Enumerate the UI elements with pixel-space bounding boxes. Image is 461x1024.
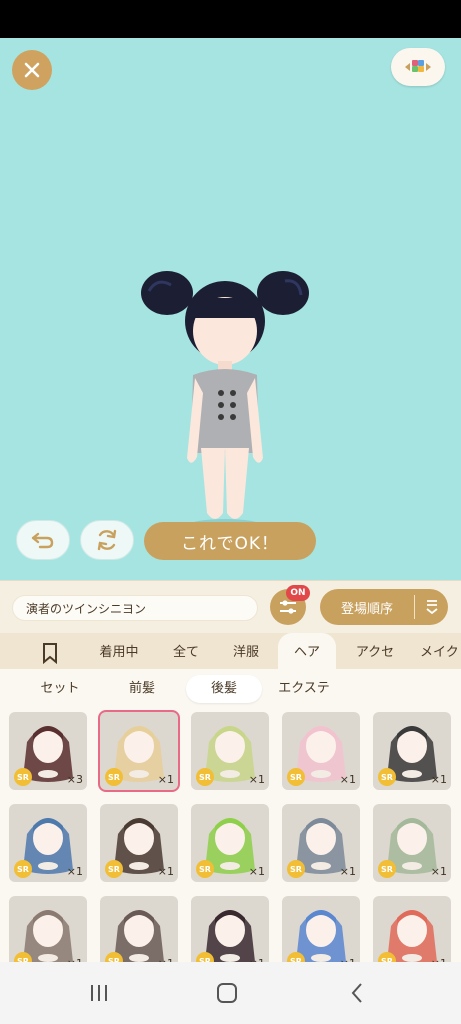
tab-hair[interactable]: ヘア xyxy=(278,633,336,669)
rarity-badge: SR xyxy=(105,768,123,786)
rarity-badge: SR xyxy=(378,860,396,878)
status-bar xyxy=(0,0,461,38)
back-icon xyxy=(351,983,362,1003)
close-icon xyxy=(24,62,40,78)
close-button[interactable] xyxy=(12,50,52,90)
hair-item-card[interactable]: SR ×3 xyxy=(9,712,87,790)
tab-accessory[interactable]: アクセ xyxy=(346,633,404,669)
palette-icon xyxy=(405,60,431,72)
hair-item-card[interactable]: SR ×1 xyxy=(282,712,360,790)
sort-order-button[interactable]: 登場順序 xyxy=(320,589,448,625)
item-count: ×1 xyxy=(157,773,174,786)
confirm-ok-button[interactable]: これでOK！ xyxy=(144,522,316,560)
item-count: ×3 xyxy=(66,773,83,786)
rarity-badge: SR xyxy=(287,768,305,786)
undo-icon xyxy=(31,532,54,549)
avatar-figure[interactable] xyxy=(135,243,315,533)
bookmark-tab[interactable] xyxy=(30,633,70,669)
hair-item-card[interactable]: SR ×1 xyxy=(373,712,451,790)
hair-item-card[interactable]: SR ×1 xyxy=(191,712,269,790)
hair-item-card[interactable]: SR ×1 xyxy=(373,804,451,882)
hair-item-card[interactable]: SR ×1 xyxy=(282,804,360,882)
hair-subtabs: セット 前髪 後髪 エクステ xyxy=(0,669,461,707)
hair-item-card[interactable]: SR ×1 xyxy=(100,712,178,790)
category-tabs: 着用中 全て 洋服 ヘア アクセ メイク xyxy=(0,633,461,669)
filter-on-badge: ON xyxy=(286,585,310,601)
tab-all[interactable]: 全て xyxy=(162,633,210,669)
refresh-icon xyxy=(97,529,117,551)
home-icon xyxy=(217,983,237,1003)
rarity-badge: SR xyxy=(105,860,123,878)
bookmark-icon xyxy=(43,643,57,665)
rarity-badge: SR xyxy=(14,860,32,878)
rarity-badge: SR xyxy=(196,860,214,878)
avatar-preview-area: これでOK！ xyxy=(0,38,461,580)
sort-label: 登場順序 xyxy=(340,601,393,617)
rarity-badge: SR xyxy=(378,768,396,786)
randomize-button[interactable] xyxy=(80,520,134,560)
item-toolbar: 演者のツインシニヨン ON 登場順序 xyxy=(0,580,461,633)
hair-item-card[interactable]: SR×1 xyxy=(373,896,451,962)
item-name-display: 演者のツインシニヨン xyxy=(12,595,258,621)
tab-wearing[interactable]: 着用中 xyxy=(88,633,150,669)
hair-item-card[interactable]: SR ×1 xyxy=(100,804,178,882)
item-count: ×1 xyxy=(66,865,83,878)
tab-clothes[interactable]: 洋服 xyxy=(222,633,270,669)
hair-item-card[interactable]: SR×1 xyxy=(191,896,269,962)
recent-apps-icon xyxy=(91,985,107,1001)
hair-item-card[interactable]: SR ×1 xyxy=(9,804,87,882)
hair-item-card[interactable]: SR×1 xyxy=(282,896,360,962)
subtab-back-hair[interactable]: 後髪 xyxy=(186,675,262,703)
hair-item-card[interactable]: SR ×1 xyxy=(191,804,269,882)
item-count: ×1 xyxy=(339,773,356,786)
recent-apps-button[interactable] xyxy=(84,980,114,1006)
sort-direction-icon[interactable] xyxy=(415,599,448,615)
rarity-badge: SR xyxy=(14,768,32,786)
home-button[interactable] xyxy=(212,980,242,1006)
hair-item-card[interactable]: SR×1 xyxy=(9,896,87,962)
item-count: ×1 xyxy=(248,773,265,786)
subtab-front-hair[interactable]: 前髪 xyxy=(106,675,178,703)
subtab-set[interactable]: セット xyxy=(22,675,98,703)
palette-button[interactable] xyxy=(391,48,445,86)
system-navigation-bar xyxy=(0,962,461,1024)
back-button[interactable] xyxy=(342,980,372,1006)
item-grid: SR ×3 SR ×1 SR ×1 SR ×1 SR ×1 SR ×1 SR ×1 SR ×1 SR ×1 SR ×1… xyxy=(0,707,461,962)
rarity-badge: SR xyxy=(287,860,305,878)
item-count: ×1 xyxy=(157,865,174,878)
tab-makeup[interactable]: メイク xyxy=(420,633,461,669)
item-count: ×1 xyxy=(339,865,356,878)
item-count: ×1 xyxy=(430,773,447,786)
item-count: ×1 xyxy=(248,865,265,878)
rarity-badge: SR xyxy=(196,768,214,786)
item-count: ×1 xyxy=(430,865,447,878)
hair-item-card[interactable]: SR×1 xyxy=(100,896,178,962)
subtab-extension[interactable]: エクステ xyxy=(268,675,340,703)
undo-button[interactable] xyxy=(16,520,70,560)
